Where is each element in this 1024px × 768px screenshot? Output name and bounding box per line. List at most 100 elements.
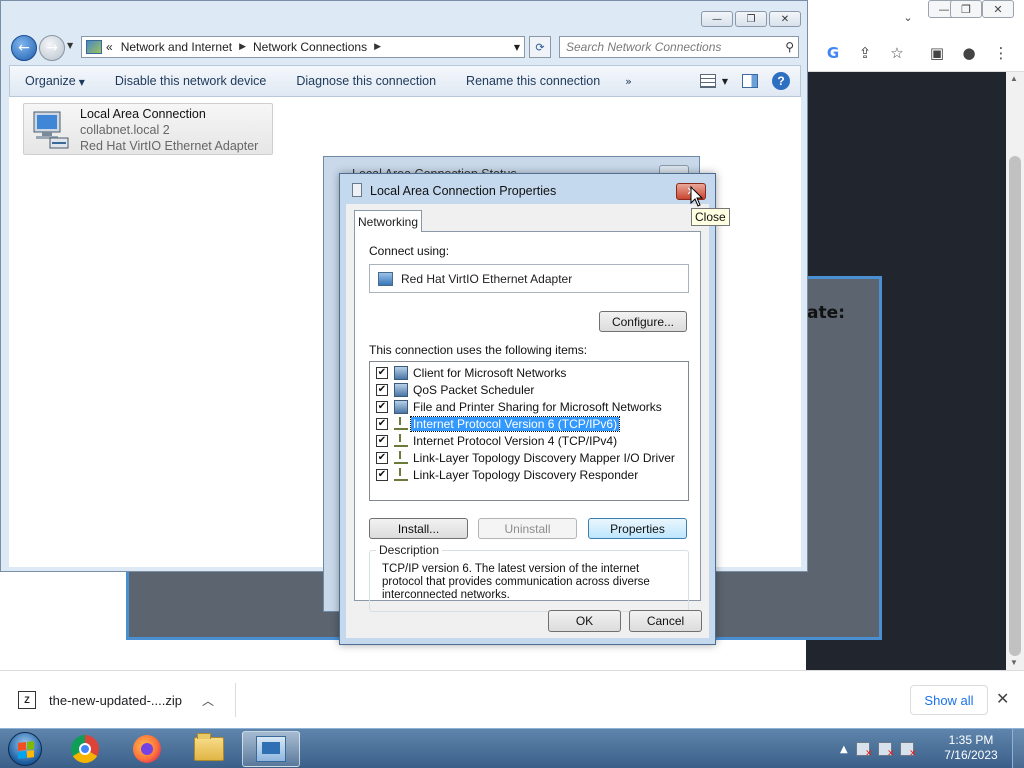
close-icon[interactable]: ✕ <box>996 689 1009 708</box>
protocol-icon <box>394 416 408 430</box>
search-input[interactable]: Search Network Connections ⚲ <box>559 36 799 58</box>
checkbox[interactable]: ✔ <box>376 434 388 447</box>
checkbox[interactable]: ✔ <box>376 468 388 481</box>
taskbar-explorer-button[interactable] <box>180 731 238 767</box>
diagnose-connection-button[interactable]: Diagnose this connection <box>281 74 451 88</box>
list-item-label: QoS Packet Scheduler <box>413 382 535 397</box>
list-item[interactable]: ✔ Client for Microsoft Networks <box>376 364 568 381</box>
scroll-up-icon[interactable]: ▲ <box>1010 74 1018 83</box>
change-view-icon[interactable] <box>699 74 716 88</box>
list-item-label: File and Printer Sharing for Microsoft N… <box>413 399 662 414</box>
breadcrumb-network-and-internet[interactable]: Network and Internet <box>121 40 232 54</box>
checkbox[interactable]: ✔ <box>376 451 388 464</box>
chevron-up-icon[interactable]: ︿ <box>202 692 214 709</box>
control-panel-icon <box>86 40 102 54</box>
side-panel-icon[interactable]: ▣ <box>926 42 948 64</box>
connection-properties-dialog: Local Area Connection Properties ✕ Netwo… <box>339 173 716 645</box>
bookmark-star-icon[interactable]: ☆ <box>886 42 908 64</box>
show-hidden-icons-icon[interactable]: ▲ <box>840 744 848 755</box>
preview-pane-icon[interactable] <box>742 74 758 88</box>
configure-button[interactable]: Configure... <box>599 311 687 332</box>
scrollbar-thumb[interactable] <box>1009 156 1021 656</box>
action-center-icon[interactable] <box>855 742 873 759</box>
refresh-button[interactable]: ⟳ <box>529 36 551 58</box>
checkbox[interactable]: ✔ <box>376 417 388 430</box>
explorer-maximize-button[interactable]: ❐ <box>735 11 767 27</box>
browser-scrollbar[interactable]: ▲ ▼ <box>1006 72 1024 670</box>
browser-restore-button[interactable]: ❐ <box>950 0 982 18</box>
checkbox[interactable]: ✔ <box>376 383 388 396</box>
adapter-field: Red Hat VirtIO Ethernet Adapter <box>369 264 689 293</box>
network-status-icon[interactable] <box>877 742 895 759</box>
description-text: TCP/IP version 6. The latest version of … <box>382 563 650 601</box>
clock[interactable]: 1:35 PM 7/16/2023 <box>936 733 1006 763</box>
protocol-icon <box>394 450 408 464</box>
properties-button[interactable]: Properties <box>588 518 687 539</box>
list-item-label: Internet Protocol Version 6 (TCP/IPv6) <box>409 415 621 432</box>
taskbar-network-connections-button[interactable] <box>242 731 300 767</box>
explorer-caption-buttons: — ❐ ✕ <box>701 11 801 27</box>
breadcrumb-overflow[interactable]: « <box>106 40 113 54</box>
checkbox[interactable]: ✔ <box>376 400 388 413</box>
browser-close-button[interactable]: ✕ <box>982 0 1014 18</box>
windows-logo-icon <box>8 732 42 766</box>
network-service-icon <box>394 399 408 414</box>
show-desktop-button[interactable] <box>1012 729 1024 768</box>
rename-connection-button[interactable]: Rename this connection <box>451 74 615 88</box>
recent-pages-dropdown-icon[interactable]: ▼ <box>67 41 73 50</box>
cancel-button[interactable]: Cancel <box>629 610 702 632</box>
download-item[interactable]: Z the-new-updated-....zip ︿ <box>18 683 236 717</box>
list-item[interactable]: ✔ Internet Protocol Version 4 (TCP/IPv4) <box>376 432 619 449</box>
chevron-right-icon[interactable]: ▶ <box>374 42 381 52</box>
local-area-connection-tile[interactable]: Local Area Connection collabnet.local 2 … <box>23 103 273 155</box>
search-icon[interactable]: ⚲ <box>785 40 794 54</box>
list-item[interactable]: ✔ QoS Packet Scheduler <box>376 381 536 398</box>
properties-titlebar[interactable]: Local Area Connection Properties ✕ <box>340 174 715 206</box>
scroll-down-icon[interactable]: ▼ <box>1010 658 1018 667</box>
view-controls: ▼ ? <box>699 72 790 90</box>
volume-icon[interactable] <box>899 742 917 759</box>
profile-icon[interactable]: ● <box>958 42 980 64</box>
clock-date: 7/16/2023 <box>944 748 998 762</box>
show-all-button[interactable]: Show all <box>910 685 988 715</box>
command-bar: Organize ▼ Disable this network device Di… <box>9 65 801 97</box>
description-group: Description TCP/IP version 6. The latest… <box>369 543 689 612</box>
list-item[interactable]: ✔ File and Printer Sharing for Microsoft… <box>376 398 664 415</box>
kebab-menu-icon[interactable]: ⋮ <box>990 42 1012 64</box>
install-button[interactable]: Install... <box>369 518 468 539</box>
network-adapter-icon <box>33 111 69 149</box>
explorer-close-button[interactable]: ✕ <box>769 11 801 27</box>
taskbar-chrome-button[interactable] <box>56 731 114 767</box>
breadcrumb-network-connections[interactable]: Network Connections <box>253 40 367 54</box>
checkbox[interactable]: ✔ <box>376 366 388 379</box>
connection-adapter: Red Hat VirtIO Ethernet Adapter <box>80 139 259 153</box>
taskbar-firefox-button[interactable] <box>118 731 176 767</box>
clock-time: 1:35 PM <box>948 733 994 747</box>
chevron-down-icon: ▼ <box>78 78 85 87</box>
tab-networking[interactable]: Networking <box>354 210 422 232</box>
start-button[interactable] <box>4 730 46 768</box>
disable-device-button[interactable]: Disable this network device <box>100 74 281 88</box>
list-item-selected[interactable]: ✔ Internet Protocol Version 6 (TCP/IPv6) <box>376 415 621 432</box>
ok-button[interactable]: OK <box>548 610 621 632</box>
organize-menu[interactable]: Organize ▼ <box>10 74 100 88</box>
more-commands-button[interactable]: » <box>615 75 642 88</box>
address-dropdown-icon[interactable]: ▼ <box>514 43 520 52</box>
explorer-minimize-button[interactable]: — <box>701 11 733 27</box>
list-item[interactable]: ✔ Link-Layer Topology Discovery Mapper I… <box>376 449 677 466</box>
chrome-icon <box>71 735 99 763</box>
forward-button[interactable]: → <box>39 35 65 61</box>
tab-search-icon[interactable]: ⌄ <box>897 6 919 28</box>
view-dropdown-icon[interactable]: ▼ <box>722 77 728 86</box>
description-label: Description <box>376 543 443 557</box>
list-item[interactable]: ✔ Link-Layer Topology Discovery Responde… <box>376 466 640 483</box>
connection-name: Local Area Connection <box>80 107 206 121</box>
google-g-icon[interactable]: G <box>822 42 844 64</box>
help-icon[interactable]: ? <box>772 72 790 90</box>
items-listbox[interactable]: ✔ Client for Microsoft Networks ✔ QoS Pa… <box>369 361 689 501</box>
address-bar[interactable]: « Network and Internet ▶ Network Connect… <box>81 36 525 58</box>
adapter-icon <box>378 271 393 286</box>
chevron-right-icon[interactable]: ▶ <box>239 42 246 52</box>
back-button[interactable]: ← <box>11 35 37 61</box>
share-icon[interactable]: ⇪ <box>854 42 876 64</box>
